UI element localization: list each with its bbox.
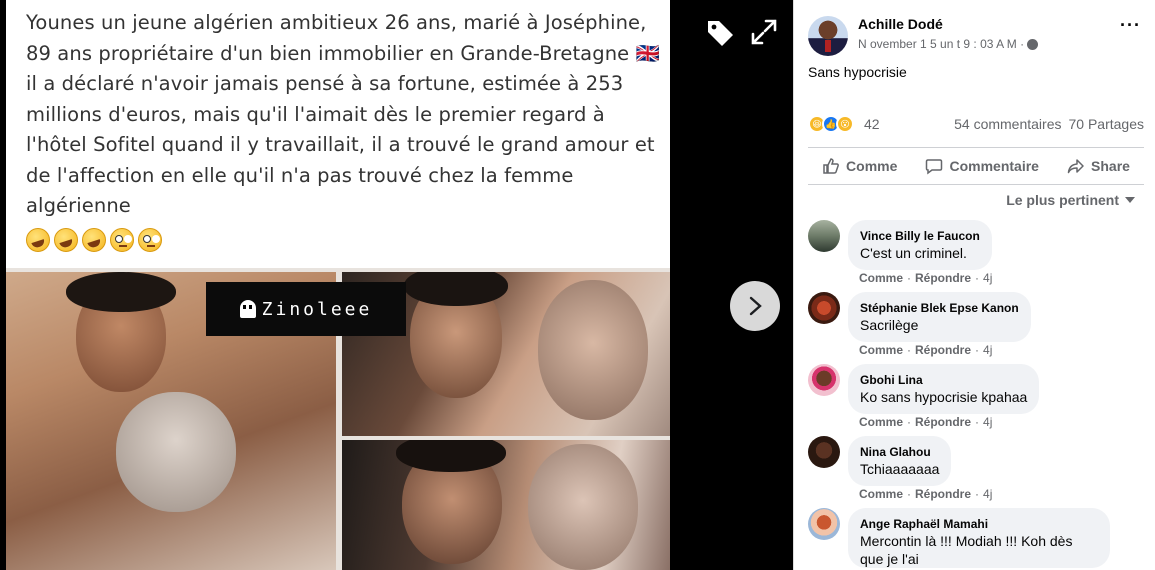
commenter-avatar[interactable] (808, 508, 840, 540)
watermark: Zinoleee (206, 282, 406, 336)
chevron-right-icon (749, 296, 762, 316)
expand-icon[interactable] (750, 18, 778, 46)
commenter-avatar[interactable] (808, 436, 840, 468)
eye-roll-emoji-icon (110, 227, 134, 252)
thumbs-up-icon (823, 158, 839, 174)
comment-actions: Comme · Répondre · 4j (859, 271, 993, 285)
share-icon (1067, 159, 1084, 174)
comment-text: Tchiaaaaaaa (860, 461, 940, 477)
tag-icon[interactable] (704, 16, 736, 48)
comment-item: Nina Glahou Tchiaaaaaaa Comme · Répondre ·… (808, 436, 1144, 506)
globe-icon (1027, 38, 1039, 50)
comment-time[interactable]: 4j (983, 343, 992, 357)
media-viewer: Younes un jeune algérien ambitieux 26 an… (0, 0, 793, 570)
more-options-icon[interactable]: ··· (1120, 16, 1141, 34)
rofl-emoji-icon (82, 227, 106, 252)
face-shape (528, 444, 638, 570)
comment-item: Gbohi Lina Ko sans hypocrisie kpahaa Com… (808, 364, 1144, 434)
reaction-count[interactable]: 42 (864, 116, 880, 132)
comment-actions: Comme · Répondre · 4j (859, 487, 993, 501)
photo-bottom-right (342, 440, 670, 570)
comment-time[interactable]: 4j (983, 415, 992, 429)
comment-text: Sacrilège (860, 317, 919, 333)
comment-item: Stéphanie Blek Epse Kanon Sacrilège Comm… (808, 292, 1144, 362)
commenter-name[interactable]: Stéphanie Blek Epse Kanon (860, 300, 1019, 316)
comment-bubble: Gbohi Lina Ko sans hypocrisie kpahaa (848, 364, 1040, 414)
comment-item: Vince Billy le Faucon C'est un criminel.… (808, 220, 1144, 290)
caret-down-icon (1125, 197, 1135, 203)
share-label: Share (1091, 158, 1130, 174)
comment-like-link[interactable]: Comme (859, 415, 903, 429)
comment-text: Mercontin là !!! Modiah !!! Koh dès que … (860, 533, 1073, 567)
reactions-bar: 😆 👍 😮 42 54 commentaires 70 Partages (808, 112, 1144, 136)
wow-reaction-icon: 😮 (836, 115, 854, 133)
shares-count[interactable]: 70 Partages (1069, 116, 1145, 132)
commenter-avatar[interactable] (808, 292, 840, 324)
post-side-panel: Achille Dodé N ovember 1 5 un t 9 : 03 A… (793, 0, 1155, 570)
commenter-avatar[interactable] (808, 220, 840, 252)
sort-label: Le plus pertinent (1006, 192, 1119, 208)
comment-reply-link[interactable]: Répondre (915, 271, 971, 285)
comment-reply-link[interactable]: Répondre (915, 487, 971, 501)
comment-icon (926, 159, 943, 175)
comment-sort-dropdown[interactable]: Le plus pertinent (1006, 192, 1135, 208)
next-photo-button[interactable] (730, 281, 780, 331)
post-actions: Comme Commentaire Share (808, 147, 1144, 185)
watermark-text: Zinoleee (261, 298, 373, 320)
comment-item: Ange Raphaël Mamahi Mercontin là !!! Mod… (808, 508, 1144, 570)
comment-time[interactable]: 4j (983, 487, 992, 501)
post-text: Sans hypocrisie (808, 64, 907, 80)
comment-label: Commentaire (949, 158, 1039, 174)
comment-time[interactable]: 4j (983, 271, 992, 285)
like-button[interactable]: Comme (814, 151, 905, 181)
post-meta: N ovember 1 5 un t 9 : 03 A M · (858, 37, 1039, 51)
post-stats: 54 commentaires 70 Partages (954, 116, 1144, 132)
comment-text: Ko sans hypocrisie kpahaa (860, 389, 1028, 405)
comment-reply-link[interactable]: Répondre (915, 343, 971, 357)
hair-shape (66, 272, 176, 312)
comment-bubble: Vince Billy le Faucon C'est un criminel. (848, 220, 992, 270)
comment-actions: Comme · Répondre · 4j (859, 343, 993, 357)
comment-bubble: Stéphanie Blek Epse Kanon Sacrilège (848, 292, 1031, 342)
comment-actions: Comme · Répondre · 4j (859, 415, 993, 429)
post-header: Achille Dodé N ovember 1 5 un t 9 : 03 A… (808, 14, 1144, 58)
comment-bubble: Nina Glahou Tchiaaaaaaa (848, 436, 952, 486)
author-name[interactable]: Achille Dodé (858, 16, 943, 32)
ghost-icon (239, 300, 256, 318)
reaction-icons[interactable]: 😆 👍 😮 (808, 115, 854, 133)
comment-button[interactable]: Commentaire (917, 151, 1046, 181)
commenter-name[interactable]: Nina Glahou (860, 444, 939, 460)
like-label: Comme (846, 158, 898, 174)
photo-caption-area: Younes un jeune algérien ambitieux 26 an… (6, 0, 670, 268)
comment-like-link[interactable]: Comme (859, 343, 903, 357)
hair-grey-shape (116, 392, 236, 512)
commenter-name[interactable]: Ange Raphaël Mamahi (860, 516, 1098, 532)
face-shape (538, 280, 648, 420)
commenter-name[interactable]: Vince Billy le Faucon (860, 228, 980, 244)
rofl-emoji-icon (54, 227, 78, 252)
rofl-emoji-icon (26, 227, 50, 252)
share-button[interactable]: Share (1059, 151, 1138, 181)
comment-like-link[interactable]: Comme (859, 487, 903, 501)
photo-collage: Zinoleee (6, 268, 670, 570)
comment-text: C'est un criminel. (860, 245, 967, 261)
commenter-avatar[interactable] (808, 364, 840, 396)
photo-caption-text: Younes un jeune algérien ambitieux 26 an… (26, 11, 660, 217)
post-photo: Younes un jeune algérien ambitieux 26 an… (6, 0, 670, 570)
post-timestamp[interactable]: N ovember 1 5 un t 9 : 03 A M · (858, 37, 1024, 51)
comment-like-link[interactable]: Comme (859, 271, 903, 285)
caption-emojis (26, 227, 670, 258)
comments-count[interactable]: 54 commentaires (954, 116, 1061, 132)
comment-reply-link[interactable]: Répondre (915, 415, 971, 429)
commenter-name[interactable]: Gbohi Lina (860, 372, 1027, 388)
comment-bubble: Ange Raphaël Mamahi Mercontin là !!! Mod… (848, 508, 1110, 568)
author-avatar[interactable] (808, 16, 848, 56)
eye-roll-emoji-icon (138, 227, 162, 252)
